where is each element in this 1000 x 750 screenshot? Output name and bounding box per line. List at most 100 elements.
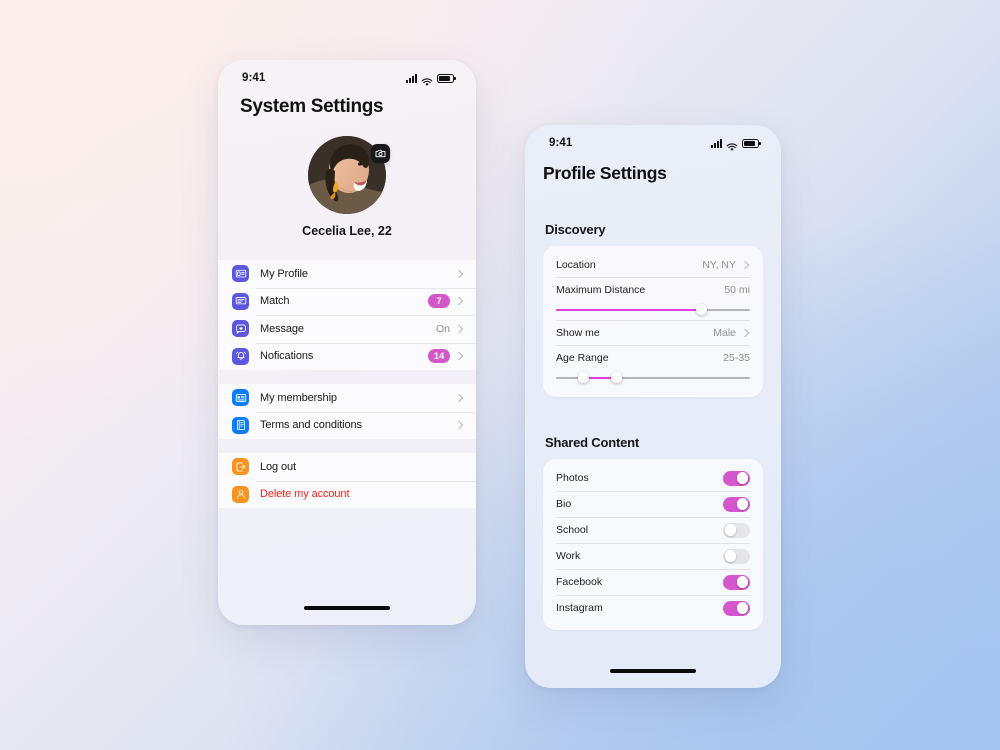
location-right: NY, NY: [702, 259, 750, 271]
max-distance-value: 50 mi: [724, 283, 750, 296]
chevron-right-icon: [454, 324, 464, 333]
camera-icon[interactable]: [371, 144, 390, 163]
group-gap: [218, 439, 476, 453]
settings-row-my-profile[interactable]: My Profile: [218, 260, 476, 288]
shared-content-row-photos[interactable]: Photos: [543, 465, 763, 491]
toggle-facebook[interactable]: [723, 574, 750, 590]
max-distance-label: Maximum Distance: [556, 283, 646, 296]
settings-groups: My Profile Match 7 Message On Nofications 14 My…: [218, 260, 476, 508]
document-icon: [232, 416, 249, 434]
settings-row-label: Message: [260, 322, 304, 335]
slider-fill: [556, 309, 702, 311]
row-show-me[interactable]: Show me Male: [543, 320, 763, 345]
shared-content-section-title: Shared Content: [545, 435, 639, 450]
user-name: Cecelia Lee, 22: [302, 224, 392, 238]
shared-content-label: Bio: [556, 498, 572, 510]
page-title: System Settings: [240, 96, 384, 117]
wifi-icon: [726, 139, 738, 151]
chevron-right-icon: [454, 297, 464, 306]
shared-content-row-facebook[interactable]: Facebook: [543, 569, 763, 595]
row-max-distance: Maximum Distance 50 mi: [543, 277, 763, 302]
group-gap: [218, 370, 476, 384]
battery-icon: [742, 138, 761, 148]
chevron-right-icon: [454, 269, 464, 278]
show-me-label: Show me: [556, 326, 600, 339]
settings-row-label: Match: [260, 295, 290, 308]
signal-bars-icon: [711, 138, 722, 148]
toggle-work[interactable]: [723, 548, 750, 564]
status-badge: 7: [428, 294, 450, 309]
settings-row-label: Nofications: [260, 350, 314, 363]
message-heart-icon: [232, 320, 249, 338]
settings-group: Log out Delete my account: [218, 453, 476, 508]
shared-content-label: Instagram: [556, 602, 603, 614]
show-me-right: Male: [713, 327, 750, 339]
shared-content-row-instagram[interactable]: Instagram: [543, 595, 763, 621]
settings-row-label: Log out: [260, 460, 297, 473]
settings-row-nofications[interactable]: Nofications 14: [218, 342, 476, 371]
status-bar: 9:41: [218, 60, 476, 90]
toggle-school[interactable]: [723, 522, 750, 538]
shared-content-label: School: [556, 524, 589, 536]
settings-row-delete-my-account[interactable]: Delete my account: [218, 480, 476, 509]
delete-account-icon: [232, 485, 249, 503]
discovery-section-title: Discovery: [545, 222, 606, 237]
show-me-value: Male: [713, 326, 736, 339]
settings-row-my-membership[interactable]: My membership: [218, 384, 476, 412]
toggle-photos[interactable]: [723, 470, 750, 486]
shared-content-row-school[interactable]: School: [543, 517, 763, 543]
location-value: NY, NY: [702, 258, 736, 271]
wifi-icon: [421, 74, 433, 86]
toggle-instagram[interactable]: [723, 600, 750, 616]
home-indicator: [610, 669, 696, 673]
match-card-icon: [232, 292, 249, 310]
slider-knob-low[interactable]: [577, 372, 589, 383]
shared-content-label: Facebook: [556, 576, 603, 588]
logout-icon: [232, 458, 249, 476]
status-badge: 14: [428, 349, 450, 364]
age-range-value: 25-35: [723, 351, 750, 364]
status-icons: [711, 138, 761, 151]
phone-one-header: System Settings Cecelia Lee, 22: [218, 90, 476, 238]
chevron-right-icon: [740, 328, 750, 337]
chevron-right-icon: [454, 352, 464, 361]
settings-group: My membership Terms and conditions: [218, 384, 476, 439]
profile-card-icon: [232, 265, 249, 283]
status-icons: [406, 73, 456, 86]
shared-content-label: Work: [556, 550, 581, 562]
toggle-bio[interactable]: [723, 496, 750, 512]
membership-card-icon: [232, 389, 249, 407]
slider-knob[interactable]: [696, 304, 707, 315]
avatar-wrapper[interactable]: [308, 136, 390, 214]
settings-row-label: My Profile: [260, 267, 308, 280]
bell-ring-icon: [232, 347, 249, 365]
settings-group: My Profile Match 7 Message On Nofications 14: [218, 260, 476, 370]
settings-row-label: Terms and conditions: [260, 419, 362, 432]
phone-profile-settings: 9:41 Profile Settings Discovery Location…: [525, 125, 781, 688]
signal-bars-icon: [406, 73, 417, 83]
phone-two-body: Profile Settings Discovery Location NY, …: [525, 155, 781, 630]
settings-row-log-out[interactable]: Log out: [218, 453, 476, 481]
home-indicator: [304, 606, 390, 610]
settings-row-label: My membership: [260, 391, 337, 404]
status-time: 9:41: [242, 72, 266, 84]
settings-row-match[interactable]: Match 7: [218, 287, 476, 316]
slider-knob-high[interactable]: [610, 372, 622, 383]
row-location[interactable]: Location NY, NY: [543, 252, 763, 277]
settings-row-terms-and-conditions[interactable]: Terms and conditions: [218, 411, 476, 440]
max-distance-slider[interactable]: [543, 302, 763, 320]
location-label: Location: [556, 258, 596, 271]
chevron-right-icon: [740, 260, 750, 269]
age-range-slider[interactable]: [543, 370, 763, 388]
settings-row-message[interactable]: Message On: [218, 315, 476, 343]
settings-row-value: On: [435, 322, 450, 335]
discovery-card: Location NY, NY Maximum Distance 50 mi S…: [543, 246, 763, 397]
shared-content-row-bio[interactable]: Bio: [543, 491, 763, 517]
chevron-right-icon: [454, 421, 464, 430]
status-bar: 9:41: [525, 125, 781, 155]
shared-content-row-work[interactable]: Work: [543, 543, 763, 569]
row-age-range: Age Range 25-35: [543, 345, 763, 370]
shared-content-label: Photos: [556, 472, 589, 484]
phone-system-settings: 9:41 System Settings Cecelia Lee, 22 My …: [218, 60, 476, 625]
chevron-right-icon: [454, 393, 464, 402]
